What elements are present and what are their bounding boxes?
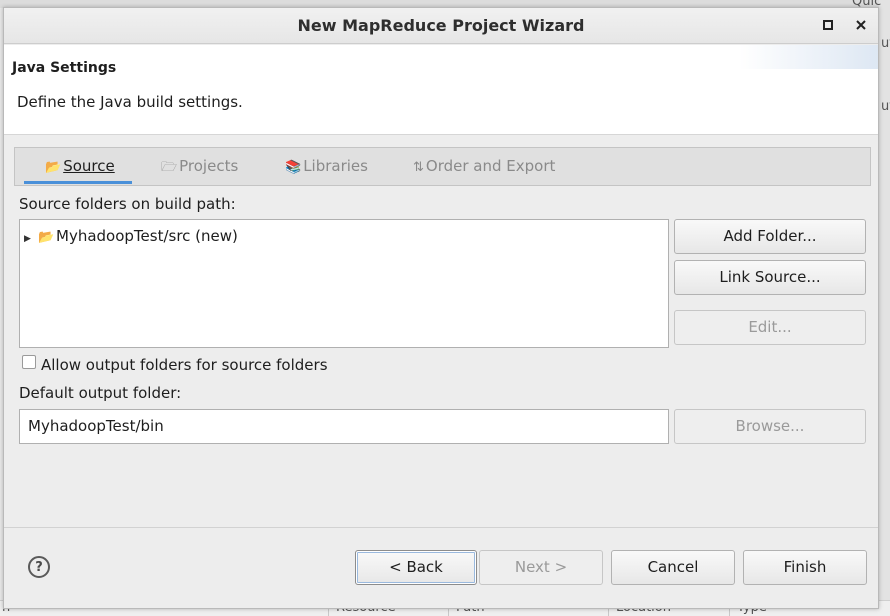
projects-icon: 🗁 [161, 160, 178, 175]
maximize-icon [823, 20, 833, 30]
tab-libraries-label: Libraries [303, 157, 368, 175]
source-folders-label: Source folders on build path: [19, 195, 236, 213]
order-export-icon: ⇅ [413, 160, 424, 175]
active-tab-indicator [24, 181, 132, 184]
tab-projects[interactable]: 🗁 Projects [161, 148, 238, 185]
tab-libraries[interactable]: 📚 Libraries [285, 148, 368, 185]
tree-item-label: MyhadoopTest/src (new) [56, 227, 238, 245]
wizard-dialog: New MapReduce Project Wizard Java Settin… [3, 7, 879, 609]
close-button[interactable] [852, 17, 870, 35]
link-source-button[interactable]: Link Source... [674, 260, 866, 295]
edit-button[interactable]: Edit... [674, 310, 866, 345]
footer-divider [4, 527, 878, 528]
browse-button[interactable]: Browse... [674, 409, 866, 444]
outline-fragment: ut [881, 36, 890, 51]
finish-button[interactable]: Finish [743, 550, 867, 585]
next-button[interactable]: Next > [479, 550, 603, 585]
tab-order-export[interactable]: ⇅ Order and Export [413, 148, 555, 185]
outline-fragment-2: ut [881, 99, 890, 114]
back-button[interactable]: < Back [355, 550, 477, 585]
tab-projects-label: Projects [179, 157, 239, 175]
page-title: Java Settings [12, 60, 117, 76]
tab-source[interactable]: 📂 Source [45, 148, 115, 185]
source-folder-icon: 📂 [38, 230, 55, 245]
source-folder-tree[interactable]: ▶ 📂 MyhadoopTest/src (new) [19, 219, 669, 348]
maximize-button[interactable] [819, 17, 837, 35]
tab-order-export-label: Order and Export [425, 157, 556, 175]
allow-output-label: Allow output folders for source folders [41, 356, 328, 374]
default-output-label: Default output folder: [19, 384, 182, 402]
allow-output-checkbox[interactable] [22, 355, 36, 369]
cancel-button[interactable]: Cancel [611, 550, 735, 585]
tree-item[interactable]: ▶ 📂 MyhadoopTest/src (new) [24, 227, 238, 245]
close-icon [856, 20, 866, 30]
default-output-field[interactable]: MyhadoopTest/bin [19, 409, 669, 444]
page-description: Define the Java build settings. [17, 93, 243, 111]
dialog-title: New MapReduce Project Wizard [297, 16, 585, 35]
banner-decoration [739, 45, 878, 69]
add-folder-button[interactable]: Add Folder... [674, 219, 866, 254]
expand-arrow-icon[interactable]: ▶ [24, 230, 38, 248]
help-icon[interactable]: ? [28, 556, 50, 578]
libraries-icon: 📚 [285, 160, 302, 175]
tab-source-label: Source [63, 157, 115, 175]
tab-folder: 📂 Source 🗁 Projects 📚 Libraries ⇅ Order and … [14, 147, 871, 186]
ide-right-panel [879, 0, 890, 616]
